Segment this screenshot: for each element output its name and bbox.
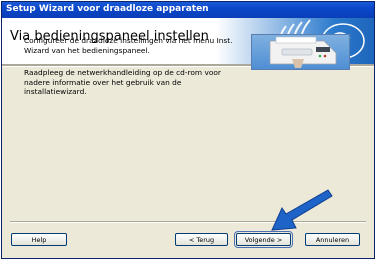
- instruction-text: Configureer de draadloze instellingen vi…: [24, 36, 233, 55]
- info-text: Raadpleeg de netwerkhandleiding op de cd…: [24, 68, 221, 96]
- title-bar[interactable]: Setup Wizard voor draadloze apparaten: [2, 2, 374, 18]
- window-title: Setup Wizard voor draadloze apparaten: [6, 4, 209, 14]
- arrow-pointer-icon: [271, 189, 333, 231]
- help-button[interactable]: Help: [11, 233, 67, 246]
- printer-illustration: [251, 34, 350, 70]
- back-button[interactable]: < Terug: [175, 233, 228, 246]
- cancel-button[interactable]: Annuleren: [305, 233, 360, 246]
- next-button[interactable]: Volgende >: [234, 231, 293, 248]
